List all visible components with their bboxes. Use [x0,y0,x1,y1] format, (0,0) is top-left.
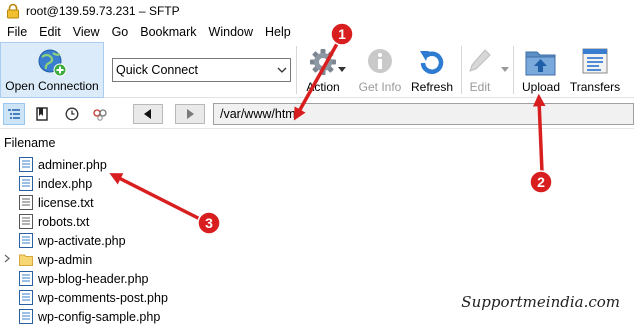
file-icon [19,214,33,229]
edit-label: Edit [469,80,491,94]
menu-edit[interactable]: Edit [32,25,66,39]
transfers-button[interactable]: Transfers [566,42,624,98]
open-connection-label: Open Connection [5,79,99,93]
window-title: root@139.59.73.231 – SFTP [26,4,180,18]
title-bar: root@139.59.73.231 – SFTP [0,0,634,22]
file-name: wp-activate.php [38,233,126,248]
back-button[interactable] [133,104,163,124]
open-connection-button[interactable]: Open Connection [0,42,104,98]
path-field[interactable]: /var/www/html [213,103,634,125]
refresh-button[interactable]: Refresh [408,42,456,98]
transfers-icon [582,48,608,74]
file-name: adminer.php [38,157,107,172]
chevron-right-icon[interactable] [4,254,12,266]
quick-connect-value: Quick Connect [116,63,198,77]
forward-button[interactable] [175,104,205,124]
menu-window[interactable]: Window [202,25,258,39]
file-name: wp-comments-post.php [38,290,168,305]
list-item[interactable]: wp-blog-header.php [0,269,634,288]
file-name: license.txt [38,195,94,210]
bonjour-icon [93,109,107,121]
file-name: wp-blog-header.php [38,271,149,286]
refresh-label: Refresh [410,80,454,94]
refresh-icon [420,51,444,74]
file-name: robots.txt [38,214,90,229]
edit-button[interactable]: Edit [462,42,498,98]
upload-label: Upload [521,80,561,94]
menu-bookmark[interactable]: Bookmark [133,25,201,39]
menu-go[interactable]: Go [105,25,134,39]
filename-column-header[interactable]: Filename [0,133,634,153]
file-icon [19,157,33,172]
bonjour-button[interactable] [89,103,111,125]
transfers-label: Transfers [569,80,621,94]
outline-view-icon [8,109,20,119]
file-icon [19,309,33,324]
file-name: index.php [38,176,93,191]
list-item[interactable]: wp-admin [0,250,634,269]
outline-view-button[interactable] [3,103,25,125]
file-icon [19,271,33,286]
quick-connect-select[interactable]: Quick Connect [112,58,291,82]
folder-icon [19,254,33,266]
menu-file[interactable]: File [0,25,32,39]
toolbar-separator [296,46,297,94]
file-icon [19,233,33,248]
upload-folder-icon [525,51,556,76]
menu-view[interactable]: View [66,25,105,39]
list-item[interactable]: wp-activate.php [0,231,634,250]
file-icon [19,290,33,305]
path-bar: /var/www/html [0,99,634,129]
lock-icon [7,3,19,19]
toolbar: Open Connection Quick Connect Action Get… [0,42,634,98]
menu-help[interactable]: Help [258,25,296,39]
forward-arrow-icon [187,109,194,119]
globe-plus-icon [38,49,67,77]
folder-name: wp-admin [38,252,93,267]
get-info-button[interactable]: Get Info [355,42,405,98]
file-icon [19,176,33,191]
info-icon [368,49,392,73]
bookmarks-button[interactable] [31,103,53,125]
menu-bar: File Edit View Go Bookmark Window Help [0,22,634,42]
upload-button[interactable]: Upload [516,42,566,98]
list-item[interactable]: index.php [0,174,634,193]
bookmark-icon [36,107,48,121]
list-item[interactable]: license.txt [0,193,634,212]
edit-dropdown-icon[interactable] [501,67,509,72]
back-arrow-icon [144,109,151,119]
column-header-label: Filename [4,136,56,150]
file-name: wp-config-sample.php [38,309,161,324]
toolbar-separator [513,46,514,94]
get-info-label: Get Info [358,80,402,94]
action-label: Action [306,80,340,94]
gear-icon [310,49,336,75]
pencil-icon [469,49,491,72]
history-icon [65,107,79,121]
list-item[interactable]: adminer.php [0,155,634,174]
path-value: /var/www/html [220,107,299,121]
watermark: Supportmeindia.com [461,293,620,311]
file-icon [19,195,33,210]
history-button[interactable] [61,103,83,125]
chevron-down-icon[interactable] [272,59,290,81]
action-dropdown-icon[interactable] [338,67,346,72]
list-item[interactable]: robots.txt [0,212,634,231]
